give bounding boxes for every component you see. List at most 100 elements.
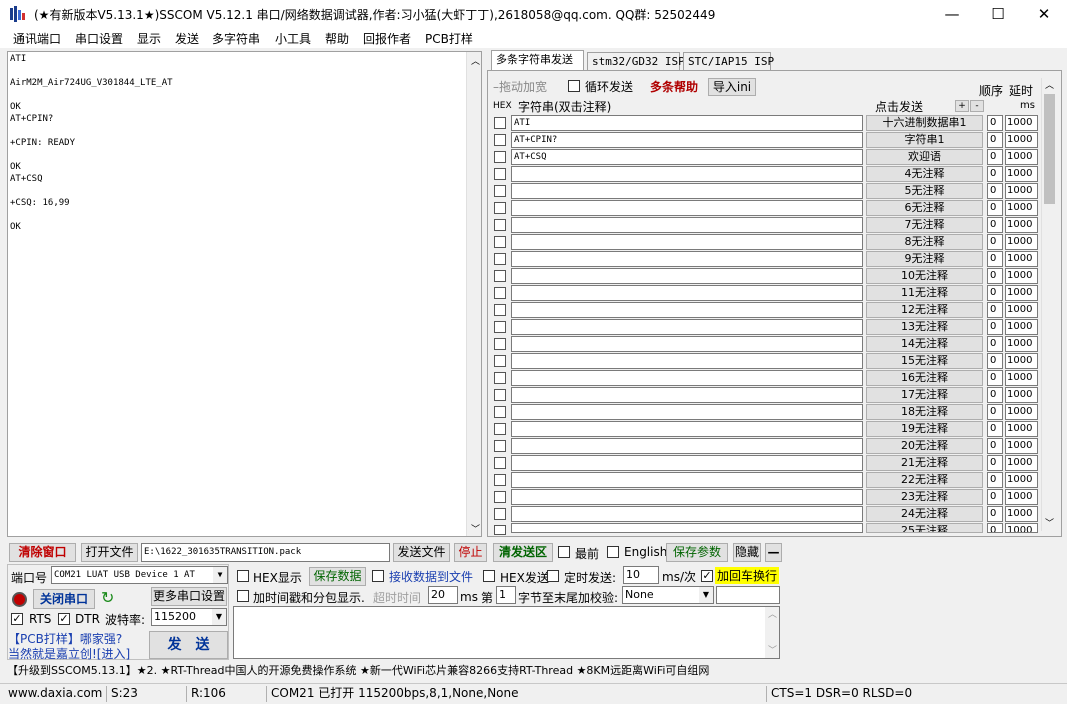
tab-multi-string[interactable]: 多条字符串发送 [491,50,584,70]
send-input[interactable]: ︿ ﹀ [233,606,780,659]
send-string-button[interactable]: 7无注释 [866,217,983,233]
delay-input[interactable]: 1000 [1005,234,1038,250]
order-input[interactable]: 0 [987,353,1003,369]
recv-to-file-checkbox[interactable] [372,570,384,582]
string-input[interactable] [511,268,863,284]
send-string-button[interactable]: 4无注释 [866,166,983,182]
delay-input[interactable]: 1000 [1005,370,1038,386]
save-params-button[interactable]: 保存参数 [666,543,728,562]
scroll-up-icon[interactable]: ︿ [471,54,480,67]
scroll-down-icon[interactable]: ﹀ [768,643,777,656]
delay-input[interactable]: 1000 [1005,115,1038,131]
status-site[interactable]: www.daxia.com [4,686,106,702]
dropdown-arrow-icon[interactable]: ▼ [699,587,713,603]
more-settings-button[interactable]: 更多串口设置 [151,587,227,606]
delay-input[interactable]: 1000 [1005,217,1038,233]
hex-checkbox[interactable] [494,202,506,214]
scroll-down-icon[interactable]: ﹀ [471,522,480,535]
order-input[interactable]: 0 [987,200,1003,216]
order-input[interactable]: 0 [987,404,1003,420]
hex-checkbox[interactable] [494,236,506,248]
menu-display[interactable]: 显示 [137,30,161,47]
tab-stm32-isp[interactable]: stm32/GD32 ISP [587,52,685,71]
multi-scrollbar[interactable]: ︿ ﹀ [1041,78,1057,531]
order-input[interactable]: 0 [987,149,1003,165]
delay-input[interactable]: 1000 [1005,438,1038,454]
hide-button[interactable]: 隐藏 [733,543,761,562]
delay-input[interactable]: 1000 [1005,132,1038,148]
order-input[interactable]: 0 [987,506,1003,522]
hex-checkbox[interactable] [494,338,506,350]
order-input[interactable]: 0 [987,523,1003,533]
collapse-button[interactable]: — [765,543,782,562]
append-crlf-checkbox[interactable] [701,570,713,582]
send-string-button[interactable]: 20无注释 [866,438,983,454]
string-input[interactable] [511,285,863,301]
receive-area[interactable]: ATI AirM2M_Air724UG_V301844_LTE_AT OK AT… [7,51,482,537]
import-ini-button[interactable]: 导入ini [708,78,756,96]
send-string-button[interactable]: 16无注释 [866,370,983,386]
send-string-button[interactable]: 24无注释 [866,506,983,522]
loop-send-checkbox[interactable] [568,80,580,92]
string-input[interactable] [511,387,863,403]
order-input[interactable]: 0 [987,387,1003,403]
hex-checkbox[interactable] [494,321,506,333]
delay-input[interactable]: 1000 [1005,149,1038,165]
menu-pcb[interactable]: PCB打样 [425,30,473,47]
close-port-button[interactable]: 关闭串口 [33,589,95,609]
tab-stc-isp[interactable]: STC/IAP15 ISP [683,52,774,71]
hex-checkbox[interactable] [494,389,506,401]
hex-checkbox[interactable] [494,304,506,316]
send-string-button[interactable]: 字符串1 [866,132,983,148]
dropdown-arrow-icon[interactable]: ▼ [213,567,227,583]
send-string-button[interactable]: 22无注释 [866,472,983,488]
string-input[interactable] [511,302,863,318]
delay-input[interactable]: 1000 [1005,200,1038,216]
timed-send-checkbox[interactable] [547,570,559,582]
string-input[interactable] [511,319,863,335]
hex-checkbox[interactable] [494,185,506,197]
scroll-thumb[interactable] [1044,94,1055,204]
delay-input[interactable]: 1000 [1005,523,1038,533]
string-input[interactable] [511,353,863,369]
refresh-icon[interactable]: ↻ [101,588,114,607]
string-input[interactable] [511,455,863,471]
hex-checkbox[interactable] [494,372,506,384]
delay-input[interactable]: 1000 [1005,421,1038,437]
file-path-input[interactable]: E:\1622_301635TRANSITION.pack [141,543,390,562]
order-input[interactable]: 0 [987,132,1003,148]
order-input[interactable]: 0 [987,183,1003,199]
menu-send[interactable]: 发送 [175,30,199,47]
order-input[interactable]: 0 [987,115,1003,131]
hex-checkbox[interactable] [494,168,506,180]
string-input[interactable]: AT+CSQ [511,149,863,165]
dropdown-arrow-icon[interactable]: ▼ [212,609,226,625]
string-input[interactable] [511,217,863,233]
save-data-button[interactable]: 保存数据 [309,567,366,586]
scroll-up-icon[interactable]: ︿ [1045,78,1054,91]
menu-help[interactable]: 帮助 [325,30,349,47]
order-input[interactable]: 0 [987,472,1003,488]
delay-input[interactable]: 1000 [1005,183,1038,199]
order-input[interactable]: 0 [987,285,1003,301]
scroll-down-icon[interactable]: ﹀ [1045,516,1054,529]
open-file-button[interactable]: 打开文件 [81,543,138,562]
delay-input[interactable]: 1000 [1005,472,1038,488]
send-string-button[interactable]: 6无注释 [866,200,983,216]
minimize-button[interactable]: — [929,0,975,28]
order-input[interactable]: 0 [987,370,1003,386]
port-select[interactable]: COM21 LUAT USB Device 1 AT ▼ [51,566,228,584]
hex-checkbox[interactable] [494,406,506,418]
hex-checkbox[interactable] [494,474,506,486]
send-string-button[interactable]: 欢迎语 [866,149,983,165]
order-input[interactable]: 0 [987,234,1003,250]
send-string-button[interactable]: 8无注释 [866,234,983,250]
menu-multi-string[interactable]: 多字符串 [212,30,260,47]
send-string-button[interactable]: 9无注释 [866,251,983,267]
string-input[interactable]: AT+CPIN? [511,132,863,148]
baud-select[interactable]: 115200 ▼ [151,608,227,626]
order-input[interactable]: 0 [987,251,1003,267]
order-input[interactable]: 0 [987,336,1003,352]
rts-checkbox[interactable] [11,613,23,625]
string-input[interactable] [511,183,863,199]
